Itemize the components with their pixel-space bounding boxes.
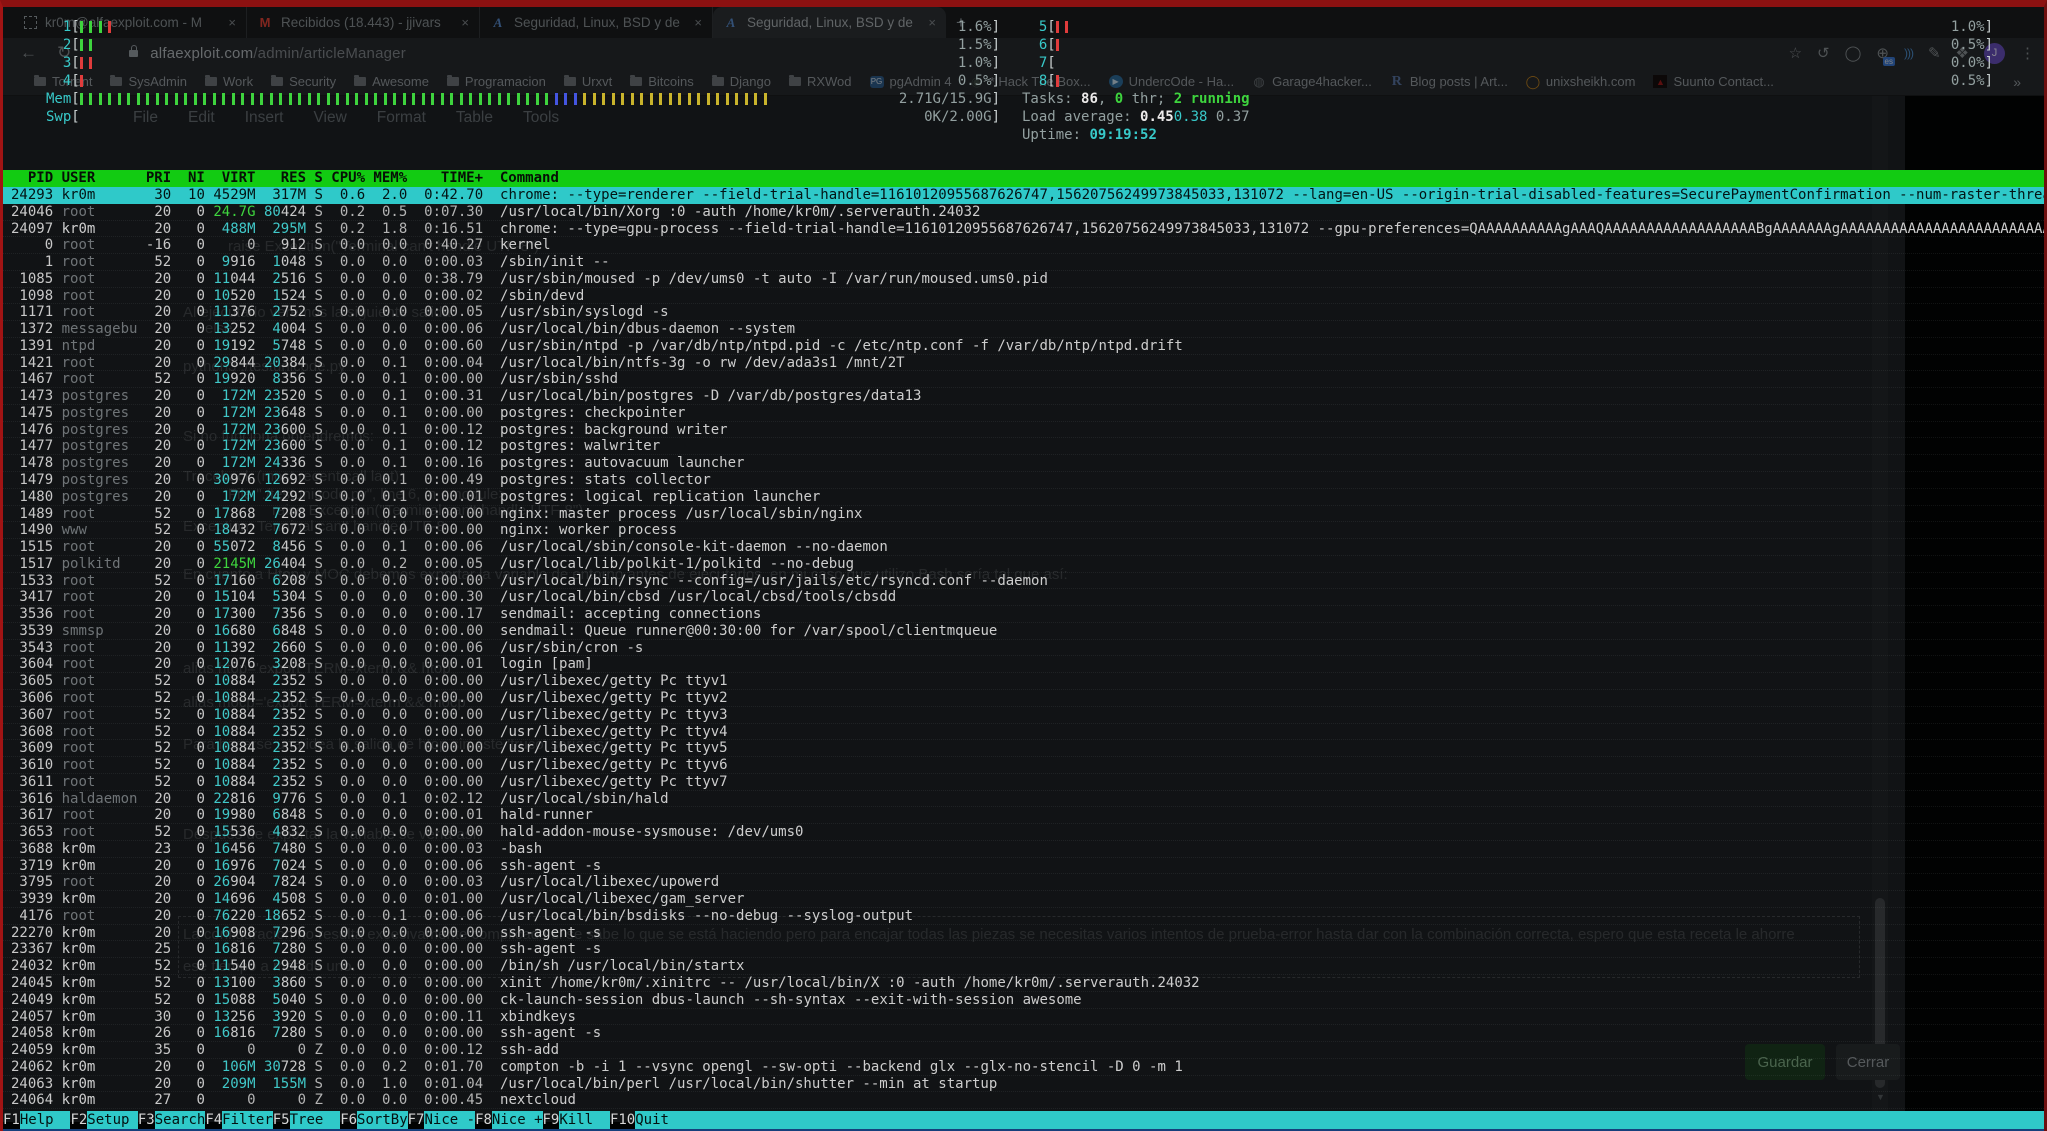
- process-row[interactable]: 3536 root 20 0 17300 7356 S 0.0 0.0 0:00…: [3, 606, 2044, 623]
- fkey-f9[interactable]: F9: [543, 1111, 560, 1129]
- fkey-label-filter[interactable]: Filter: [222, 1111, 273, 1129]
- process-row[interactable]: 24097 kr0m 20 0 488M 295M S 0.2 1.8 0:16…: [3, 221, 2044, 238]
- fkey-label-sortby[interactable]: SortBy: [357, 1111, 408, 1129]
- process-row[interactable]: 1480 postgres 20 0 172M 24292 S 0.0 0.1 …: [3, 489, 2044, 506]
- process-row[interactable]: 1467 root 52 0 19920 8356 S 0.0 0.1 0:00…: [3, 371, 2044, 388]
- fkey-f4[interactable]: F4: [205, 1111, 222, 1129]
- function-key-bar: F1Help F2Setup F3SearchF4FilterF5Tree F6…: [3, 1111, 2044, 1129]
- process-row[interactable]: 3616 haldaemon 20 0 22816 9776 S 0.0 0.1…: [3, 791, 2044, 808]
- process-row[interactable]: 22270 kr0m 20 0 16908 7296 S 0.0 0.0 0:0…: [3, 925, 2044, 942]
- fkey-label-quit[interactable]: Quit: [635, 1111, 686, 1129]
- meter-1: 1[1.6%]: [46, 18, 1000, 36]
- tasks-summary: Tasks: 86, 0 thr; 2 running: [1022, 90, 1993, 108]
- fkey-f8[interactable]: F8: [475, 1111, 492, 1129]
- process-row[interactable]: 1490 www 52 0 18432 7672 S 0.0 0.0 0:00.…: [3, 522, 2044, 539]
- process-row[interactable]: 24032 kr0m 52 0 11540 2948 S 0.0 0.0 0:0…: [3, 958, 2044, 975]
- meter-6: 6[0.5%]: [1022, 36, 1993, 54]
- process-row[interactable]: 1421 root 20 0 29844 20384 S 0.0 0.1 0:0…: [3, 355, 2044, 372]
- fkey-f3[interactable]: F3: [138, 1111, 155, 1129]
- fkey-f7[interactable]: F7: [408, 1111, 425, 1129]
- process-row[interactable]: 1475 postgres 20 0 172M 23648 S 0.0 0.1 …: [3, 405, 2044, 422]
- process-row[interactable]: 1533 root 52 0 17160 6208 S 0.0 0.0 0:00…: [3, 573, 2044, 590]
- meter-4: 4[0.5%]: [46, 72, 1000, 90]
- process-row[interactable]: 3539 smmsp 20 0 16680 6848 S 0.0 0.0 0:0…: [3, 623, 2044, 640]
- meter-5: 5[1.0%]: [1022, 18, 1993, 36]
- fkey-f2[interactable]: F2: [70, 1111, 87, 1129]
- meter-swp: Swp[0K/2.00G]: [46, 108, 1000, 126]
- process-row[interactable]: 23367 kr0m 25 0 16816 7280 S 0.0 0.0 0:0…: [3, 941, 2044, 958]
- htop-meters-left: 1[1.6%] 2[1.5%] 3[1.0%] 4[0.5%]Mem[2.71G…: [46, 18, 1000, 126]
- process-row[interactable]: 24046 root 20 0 24.7G 80424 S 0.2 0.5 0:…: [3, 204, 2044, 221]
- fkey-f6[interactable]: F6: [340, 1111, 357, 1129]
- fkey-f10[interactable]: F10: [610, 1111, 635, 1129]
- process-row[interactable]: 24064 kr0m 27 0 0 0 Z 0.0 0.0 0:00.45 ne…: [3, 1092, 2044, 1109]
- meter-7: 7[0.0%]: [1022, 54, 1993, 72]
- process-row[interactable]: 1489 root 52 0 17868 7208 S 0.0 0.0 0:00…: [3, 506, 2044, 523]
- meter-3: 3[1.0%]: [46, 54, 1000, 72]
- process-row[interactable]: 1372 messagebu 20 0 13252 4004 S 0.0 0.0…: [3, 321, 2044, 338]
- process-row[interactable]: 3611 root 52 0 10884 2352 S 0.0 0.0 0:00…: [3, 774, 2044, 791]
- uptime: Uptime: 09:19:52: [1022, 126, 1993, 144]
- process-row[interactable]: 3606 root 52 0 10884 2352 S 0.0 0.0 0:00…: [3, 690, 2044, 707]
- process-row[interactable]: 1085 root 20 0 11044 2516 S 0.0 0.0 0:38…: [3, 271, 2044, 288]
- fkey-f1[interactable]: F1: [3, 1111, 20, 1129]
- process-row[interactable]: 3543 root 20 0 11392 2660 S 0.0 0.0 0:00…: [3, 640, 2044, 657]
- process-row[interactable]: 24049 kr0m 52 0 15088 5040 S 0.0 0.0 0:0…: [3, 992, 2044, 1009]
- process-row[interactable]: 3607 root 52 0 10884 2352 S 0.0 0.0 0:00…: [3, 707, 2044, 724]
- fkey-f5[interactable]: F5: [273, 1111, 290, 1129]
- process-row[interactable]: 1 root 52 0 9916 1048 S 0.0 0.0 0:00.03 …: [3, 254, 2044, 271]
- fkey-label-nice+[interactable]: Nice +: [492, 1111, 543, 1129]
- fbar-filler: [686, 1111, 2044, 1129]
- process-row[interactable]: 3939 kr0m 20 0 14696 4508 S 0.0 0.0 0:01…: [3, 891, 2044, 908]
- fkey-label-kill[interactable]: Kill: [559, 1111, 610, 1129]
- process-row[interactable]: 3609 root 52 0 10884 2352 S 0.0 0.0 0:00…: [3, 740, 2044, 757]
- process-row[interactable]: 3605 root 52 0 10884 2352 S 0.0 0.0 0:00…: [3, 673, 2044, 690]
- process-row[interactable]: 4176 root 20 0 76220 18652 S 0.0 0.1 0:0…: [3, 908, 2044, 925]
- process-row[interactable]: 24057 kr0m 30 0 13256 3920 S 0.0 0.0 0:0…: [3, 1009, 2044, 1026]
- process-row[interactable]: 3719 kr0m 20 0 16976 7024 S 0.0 0.0 0:00…: [3, 858, 2044, 875]
- fkey-label-help[interactable]: Help: [20, 1111, 71, 1129]
- fkey-label-search[interactable]: Search: [155, 1111, 206, 1129]
- screen: kr0m@alfaexploit.com - M×MRecibidos (18.…: [0, 0, 2047, 1131]
- meter-mem: Mem[2.71G/15.9G]: [46, 90, 1000, 108]
- fkey-label-nice-[interactable]: Nice -: [424, 1111, 475, 1129]
- process-row[interactable]: 3795 root 20 0 26904 7824 S 0.0 0.0 0:00…: [3, 874, 2044, 891]
- meter-2: 2[1.5%]: [46, 36, 1000, 54]
- fkey-label-setup[interactable]: Setup: [87, 1111, 138, 1129]
- process-row[interactable]: 1515 root 20 0 55072 8456 S 0.0 0.1 0:00…: [3, 539, 2044, 556]
- process-row[interactable]: 24045 kr0m 52 0 13100 3860 S 0.0 0.0 0:0…: [3, 975, 2044, 992]
- process-row[interactable]: 3617 root 20 0 19980 6848 S 0.0 0.0 0:00…: [3, 807, 2044, 824]
- process-table: 24293 kr0m 30 10 4529M 317M S 0.6 2.0 0:…: [3, 187, 2044, 1109]
- process-row[interactable]: 3610 root 52 0 10884 2352 S 0.0 0.0 0:00…: [3, 757, 2044, 774]
- process-row[interactable]: 1517 polkitd 20 0 2145M 26404 S 0.0 0.2 …: [3, 556, 2044, 573]
- process-row[interactable]: 1479 postgres 20 0 30976 12692 S 0.0 0.1…: [3, 472, 2044, 489]
- fkey-label-tree[interactable]: Tree: [290, 1111, 341, 1129]
- process-row[interactable]: 24062 kr0m 20 0 106M 30728 S 0.0 0.2 0:0…: [3, 1059, 2044, 1076]
- process-row[interactable]: 1476 postgres 20 0 172M 23600 S 0.0 0.1 …: [3, 422, 2044, 439]
- process-row[interactable]: 24058 kr0m 26 0 16816 7280 S 0.0 0.0 0:0…: [3, 1025, 2044, 1042]
- process-row[interactable]: 24293 kr0m 30 10 4529M 317M S 0.6 2.0 0:…: [3, 187, 2044, 204]
- terminal-htop: 1[1.6%] 2[1.5%] 3[1.0%] 4[0.5%]Mem[2.71G…: [0, 0, 2047, 1131]
- process-row[interactable]: 24063 kr0m 20 0 209M 155M S 0.0 1.0 0:01…: [3, 1076, 2044, 1093]
- process-row[interactable]: 3653 root 52 0 15536 4832 S 0.0 0.0 0:00…: [3, 824, 2044, 841]
- process-row[interactable]: 0 root -16 0 0 912 S 0.0 0.0 0:40.27 ker…: [3, 237, 2044, 254]
- process-row[interactable]: 3604 root 20 0 12076 3208 S 0.0 0.0 0:00…: [3, 656, 2044, 673]
- process-row[interactable]: 1098 root 20 0 10520 1524 S 0.0 0.0 0:00…: [3, 288, 2044, 305]
- process-row[interactable]: 3688 kr0m 23 0 16456 7480 S 0.0 0.0 0:00…: [3, 841, 2044, 858]
- process-row[interactable]: 1391 ntpd 20 0 19192 5748 S 0.0 0.0 0:00…: [3, 338, 2044, 355]
- meter-8: 8[0.5%]: [1022, 72, 1993, 90]
- htop-meters-right: 5[1.0%] 6[0.5%] 7[0.0%] 8[0.5%]Tasks: 86…: [1022, 18, 1993, 144]
- process-row[interactable]: 1473 postgres 20 0 172M 23520 S 0.0 0.1 …: [3, 388, 2044, 405]
- load-average: Load average: 0.45 0.38 0.37: [1022, 108, 1993, 126]
- process-row[interactable]: 1171 root 20 0 11376 2752 S 0.0 0.0 0:00…: [3, 304, 2044, 321]
- process-row[interactable]: 3608 root 52 0 10884 2352 S 0.0 0.0 0:00…: [3, 724, 2044, 741]
- process-table-header[interactable]: PID USER PRI NI VIRT RES S CPU% MEM% TIM…: [3, 170, 2044, 187]
- process-row[interactable]: 1478 postgres 20 0 172M 24336 S 0.0 0.1 …: [3, 455, 2044, 472]
- process-row[interactable]: 24059 kr0m 35 0 0 0 Z 0.0 0.0 0:00.12 ss…: [3, 1042, 2044, 1059]
- process-row[interactable]: 1477 postgres 20 0 172M 23600 S 0.0 0.1 …: [3, 438, 2044, 455]
- process-row[interactable]: 3417 root 20 0 15104 5304 S 0.0 0.0 0:00…: [3, 589, 2044, 606]
